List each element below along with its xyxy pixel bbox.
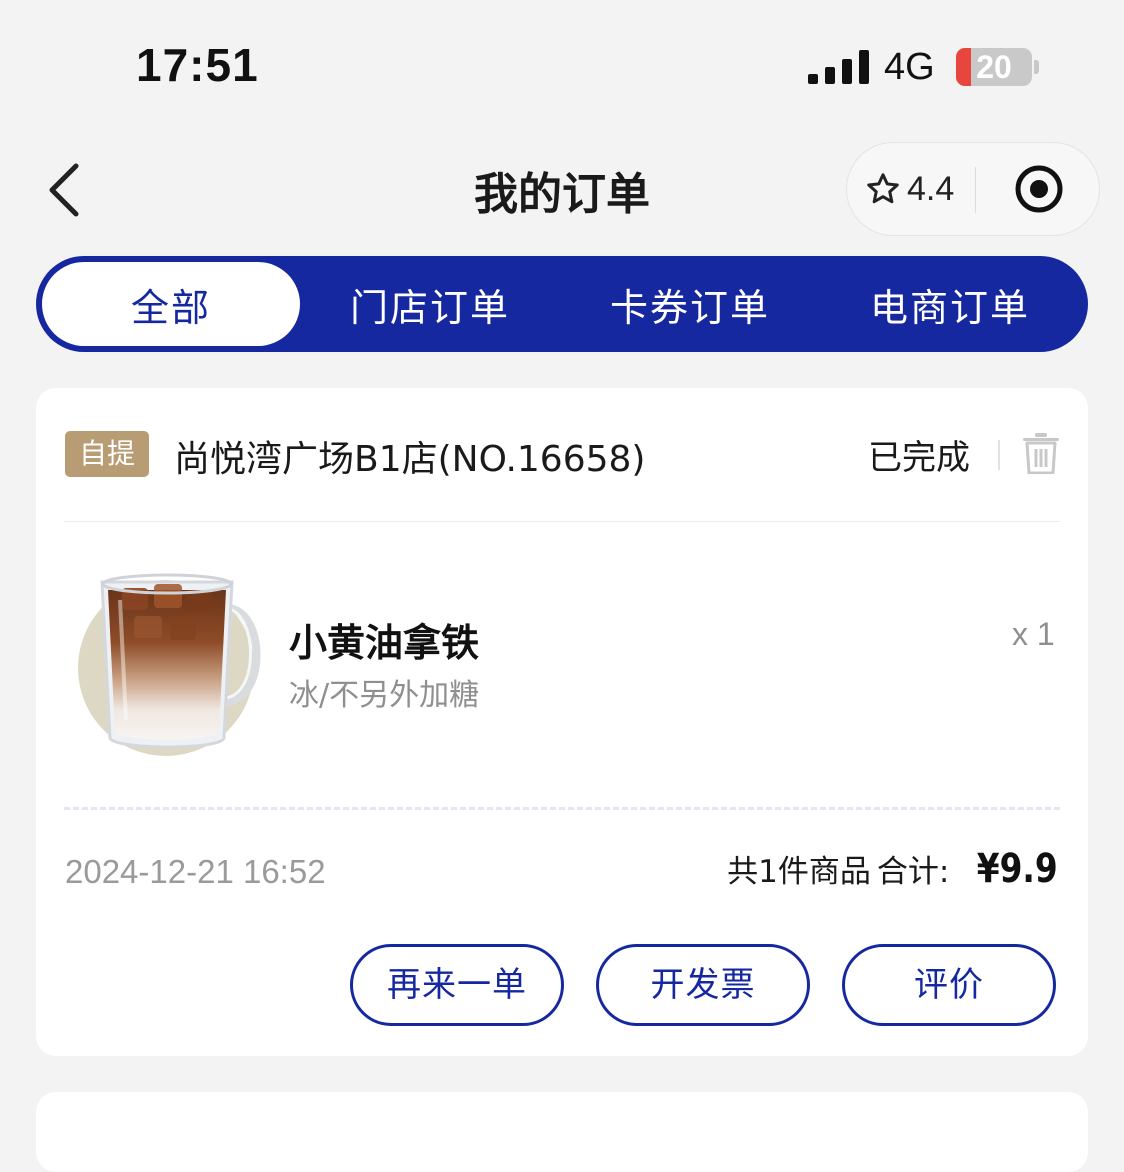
close-target-icon[interactable] <box>1013 163 1065 215</box>
total-amount: ¥9.9 <box>977 846 1058 892</box>
battery-percent: 20 <box>976 49 1012 85</box>
rating-button[interactable]: 4.4 <box>865 143 954 235</box>
status-divider <box>998 440 1000 470</box>
product-spec: 冰/不另外加糖 <box>289 678 480 713</box>
iced-latte-image <box>78 573 261 756</box>
network-type: 4G <box>884 46 935 88</box>
tab-ecommerce-orders[interactable]: 电商订单 <box>820 256 1080 352</box>
store-name: 尚悦湾广场B1店(NO.16658) <box>174 439 646 480</box>
order-time: 2024-12-21 16:52 <box>65 853 326 890</box>
invoice-button[interactable]: 开发票 <box>596 944 810 1026</box>
signal-icon <box>808 50 869 84</box>
total-label: 合计: <box>876 854 950 890</box>
item-count: 共1件商品 <box>727 854 871 890</box>
tab-all[interactable]: 全部 <box>42 262 300 346</box>
trash-icon[interactable] <box>1022 432 1060 474</box>
back-icon[interactable] <box>40 160 90 220</box>
mini-program-capsule: 4.4 <box>846 142 1100 236</box>
star-icon <box>867 173 899 204</box>
rating-value: 4.4 <box>907 169 955 208</box>
product-name: 小黄油拿铁 <box>289 621 480 665</box>
tab-store-orders[interactable]: 门店订单 <box>300 256 560 352</box>
order-card-next[interactable] <box>36 1092 1088 1172</box>
status-time: 17:51 <box>136 39 259 91</box>
reorder-button[interactable]: 再来一单 <box>350 944 564 1026</box>
product-quantity: x 1 <box>1012 616 1055 652</box>
divider <box>64 521 1060 522</box>
order-summary: 共1件商品 合计: ¥9.9 <box>727 846 1058 892</box>
battery-cap <box>1034 60 1039 74</box>
order-tabs: 全部 门店订单 卡券订单 电商订单 <box>36 256 1088 352</box>
dashed-divider <box>64 807 1060 810</box>
review-button[interactable]: 评价 <box>842 944 1056 1026</box>
battery-icon: 20 <box>956 48 1032 86</box>
pickup-badge: 自提 <box>65 431 149 477</box>
order-status: 已完成 <box>868 438 970 478</box>
order-card[interactable]: 自提 尚悦湾广场B1店(NO.16658) 已完成 小黄油拿铁 冰/不另外加糖 … <box>36 388 1088 1056</box>
tab-voucher-orders[interactable]: 卡券订单 <box>560 256 820 352</box>
capsule-divider <box>975 167 976 213</box>
